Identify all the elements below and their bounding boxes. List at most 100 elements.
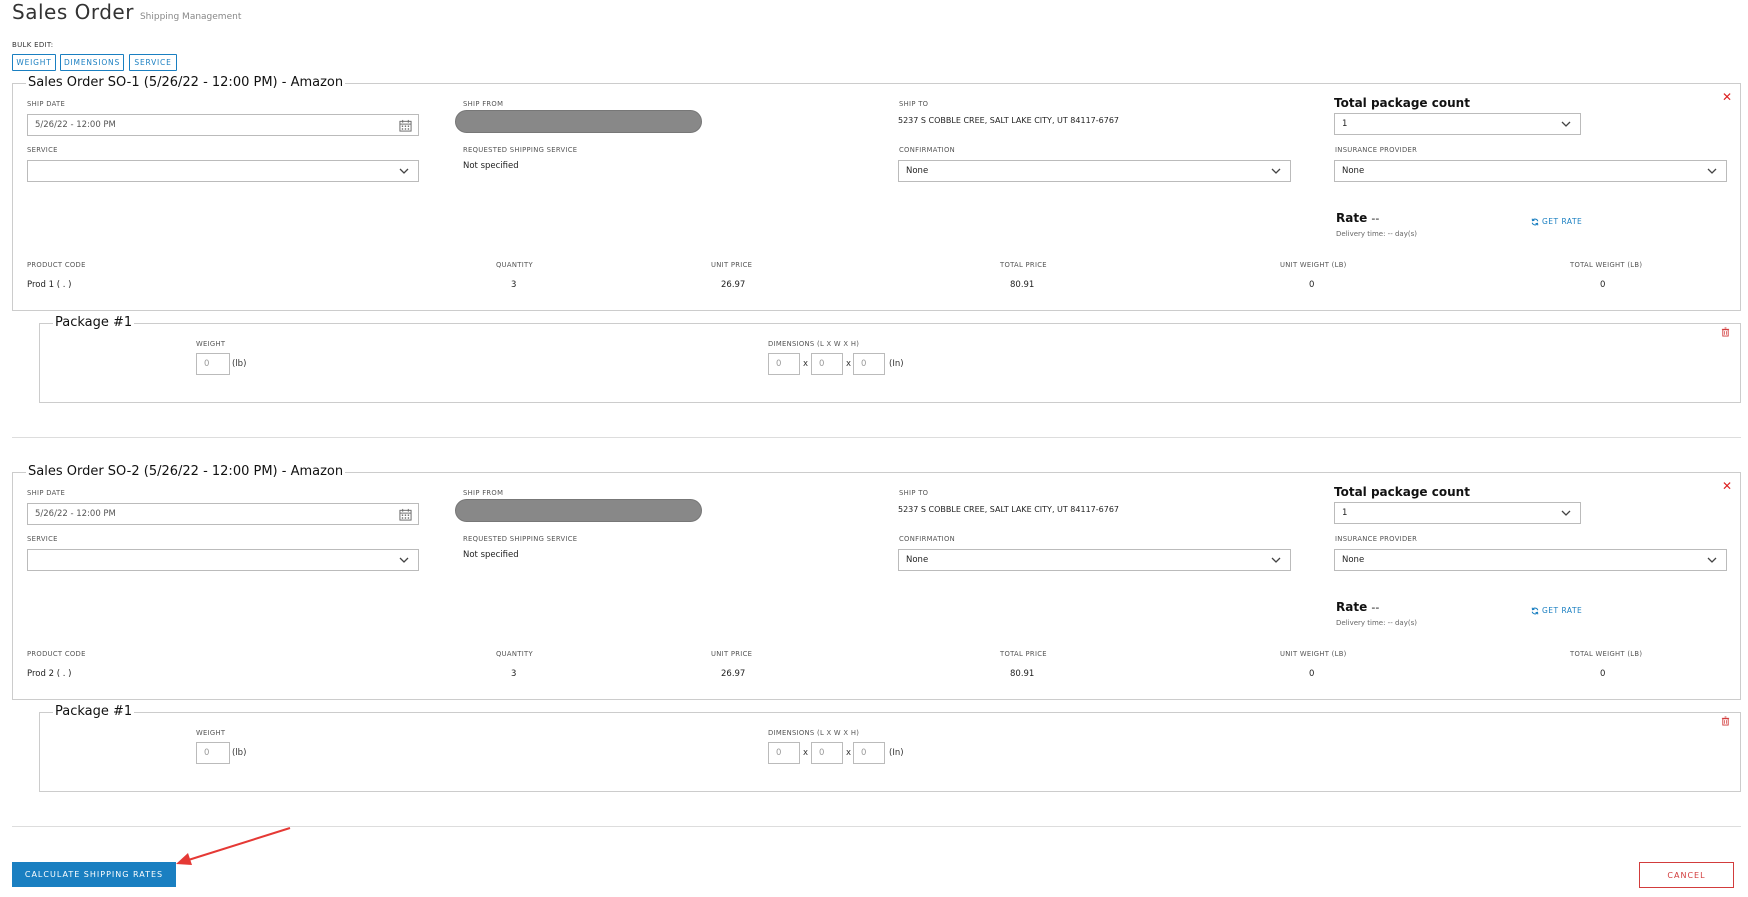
dimension-separator: x (803, 359, 809, 369)
insurance-provider-value: None (1342, 555, 1365, 565)
weight-unit: (lb) (232, 748, 247, 758)
package-height-input[interactable]: 0 (853, 742, 885, 764)
chevron-down-icon (1271, 168, 1281, 174)
col-total-weight: TOTAL WEIGHT (LB) (1570, 261, 1643, 269)
package-length-input[interactable]: 0 (768, 742, 800, 764)
confirmation-value: None (906, 166, 929, 176)
chevron-down-icon (1707, 557, 1717, 563)
delivery-time: Delivery time: -- day(s) (1336, 619, 1417, 627)
insurance-provider-select[interactable]: None (1334, 160, 1727, 182)
package-width-input[interactable]: 0 (811, 353, 843, 375)
order-legend: Sales Order SO-1 (5/26/22 - 12:00 PM) - … (26, 75, 346, 90)
ship-date-value: 5/26/22 - 12:00 PM (35, 509, 116, 519)
get-rate-label: GET RATE (1542, 606, 1583, 615)
remove-order-close-icon[interactable]: ✕ (1722, 479, 1732, 493)
confirmation-select[interactable]: None (898, 549, 1291, 571)
package-legend: Package #1 (53, 315, 135, 330)
requested-shipping-service-label: REQUESTED SHIPPING SERVICE (463, 535, 578, 543)
col-quantity: QUANTITY (496, 261, 533, 269)
dimension-separator: x (803, 748, 809, 758)
rate-title-text: Rate (1336, 600, 1368, 614)
dimensions-label: DIMENSIONS (L X W X H) (768, 340, 860, 348)
total-package-count-select[interactable]: 1 (1334, 502, 1581, 524)
cell-total-weight: 0 (1600, 280, 1606, 290)
trash-icon[interactable] (1721, 716, 1730, 726)
package-height-input[interactable]: 0 (853, 353, 885, 375)
ship-date-input[interactable]: 5/26/22 - 12:00 PM (27, 114, 419, 136)
col-unit-weight: UNIT WEIGHT (LB) (1280, 650, 1347, 658)
service-select[interactable] (27, 549, 419, 571)
chevron-down-icon (1707, 168, 1717, 174)
package-length-input[interactable]: 0 (768, 353, 800, 375)
cell-unit-weight: 0 (1309, 280, 1315, 290)
delivery-time: Delivery time: -- day(s) (1336, 230, 1417, 238)
ship-to-address: 5237 S COBBLE CREE, SALT LAKE CITY, UT 8… (898, 505, 1120, 514)
order-legend: Sales Order SO-2 (5/26/22 - 12:00 PM) - … (26, 464, 346, 479)
ship-from-label: SHIP FROM (463, 489, 504, 497)
get-rate-label: GET RATE (1542, 217, 1583, 226)
service-label: SERVICE (27, 535, 58, 543)
ship-date-input[interactable]: 5/26/22 - 12:00 PM (27, 503, 419, 525)
rate-label: Rate -- (1336, 600, 1379, 614)
requested-shipping-service-value: Not specified (463, 161, 519, 171)
dimension-unit: (In) (889, 359, 904, 369)
weight-label: WEIGHT (196, 340, 226, 348)
service-select[interactable] (27, 160, 419, 182)
calendar-icon[interactable] (399, 119, 412, 132)
confirmation-select[interactable]: None (898, 160, 1291, 182)
cancel-button[interactable]: CANCEL (1639, 862, 1734, 888)
calculate-shipping-rates-button[interactable]: CALCULATE SHIPPING RATES (12, 862, 176, 887)
service-label: SERVICE (27, 146, 58, 154)
get-rate-button[interactable]: GET RATE (1531, 217, 1582, 226)
total-package-count-label: Total package count (1334, 485, 1470, 499)
rate-value: -- (1371, 212, 1380, 225)
total-package-count-label: Total package count (1334, 96, 1470, 110)
get-rate-button[interactable]: GET RATE (1531, 606, 1582, 615)
cell-unit-price: 26.97 (721, 280, 746, 290)
insurance-provider-label: INSURANCE PROVIDER (1335, 146, 1418, 154)
requested-shipping-service-label: REQUESTED SHIPPING SERVICE (463, 146, 578, 154)
cell-quantity: 3 (511, 280, 517, 290)
cell-total-price: 80.91 (1010, 669, 1035, 679)
package-legend: Package #1 (53, 704, 135, 719)
remove-order-close-icon[interactable]: ✕ (1722, 90, 1732, 104)
ship-to-label: SHIP TO (899, 489, 929, 497)
package-weight-input[interactable]: 0 (196, 353, 230, 375)
ship-from-label: SHIP FROM (463, 100, 504, 108)
trash-icon[interactable] (1721, 327, 1730, 337)
insurance-provider-value: None (1342, 166, 1365, 176)
ship-to-address: 5237 S COBBLE CREE, SALT LAKE CITY, UT 8… (898, 116, 1120, 125)
order-block: Sales Order SO-1 (5/26/22 - 12:00 PM) - … (0, 0, 1748, 438)
chevron-down-icon (1561, 121, 1571, 127)
order-block: Sales Order SO-2 (5/26/22 - 12:00 PM) - … (0, 389, 1748, 827)
chevron-down-icon (399, 168, 409, 174)
chevron-down-icon (1271, 557, 1281, 563)
col-quantity: QUANTITY (496, 650, 533, 658)
package-weight-input[interactable]: 0 (196, 742, 230, 764)
confirmation-label: CONFIRMATION (899, 146, 955, 154)
refresh-icon (1531, 607, 1539, 614)
ship-from-redacted (455, 499, 702, 522)
ship-date-label: SHIP DATE (27, 100, 66, 108)
confirmation-value: None (906, 555, 929, 565)
col-unit-weight: UNIT WEIGHT (LB) (1280, 261, 1347, 269)
dimension-separator: x (846, 359, 852, 369)
package-width-input[interactable]: 0 (811, 742, 843, 764)
col-product-code: PRODUCT CODE (27, 650, 86, 658)
insurance-provider-select[interactable]: None (1334, 549, 1727, 571)
cell-product-code: Prod 1 ( . ) (27, 280, 72, 290)
weight-unit: (lb) (232, 359, 247, 369)
chevron-down-icon (399, 557, 409, 563)
total-package-count-select[interactable]: 1 (1334, 113, 1581, 135)
annotation-arrow-icon (176, 827, 291, 865)
ship-from-redacted (455, 110, 702, 133)
total-package-count-value: 1 (1342, 508, 1348, 518)
cell-product-code: Prod 2 ( . ) (27, 669, 72, 679)
calendar-icon[interactable] (399, 508, 412, 521)
dimension-unit: (In) (889, 748, 904, 758)
ship-date-label: SHIP DATE (27, 489, 66, 497)
refresh-icon (1531, 218, 1539, 225)
requested-shipping-service-value: Not specified (463, 550, 519, 560)
col-total-price: TOTAL PRICE (1000, 650, 1047, 658)
rate-value: -- (1371, 601, 1380, 614)
